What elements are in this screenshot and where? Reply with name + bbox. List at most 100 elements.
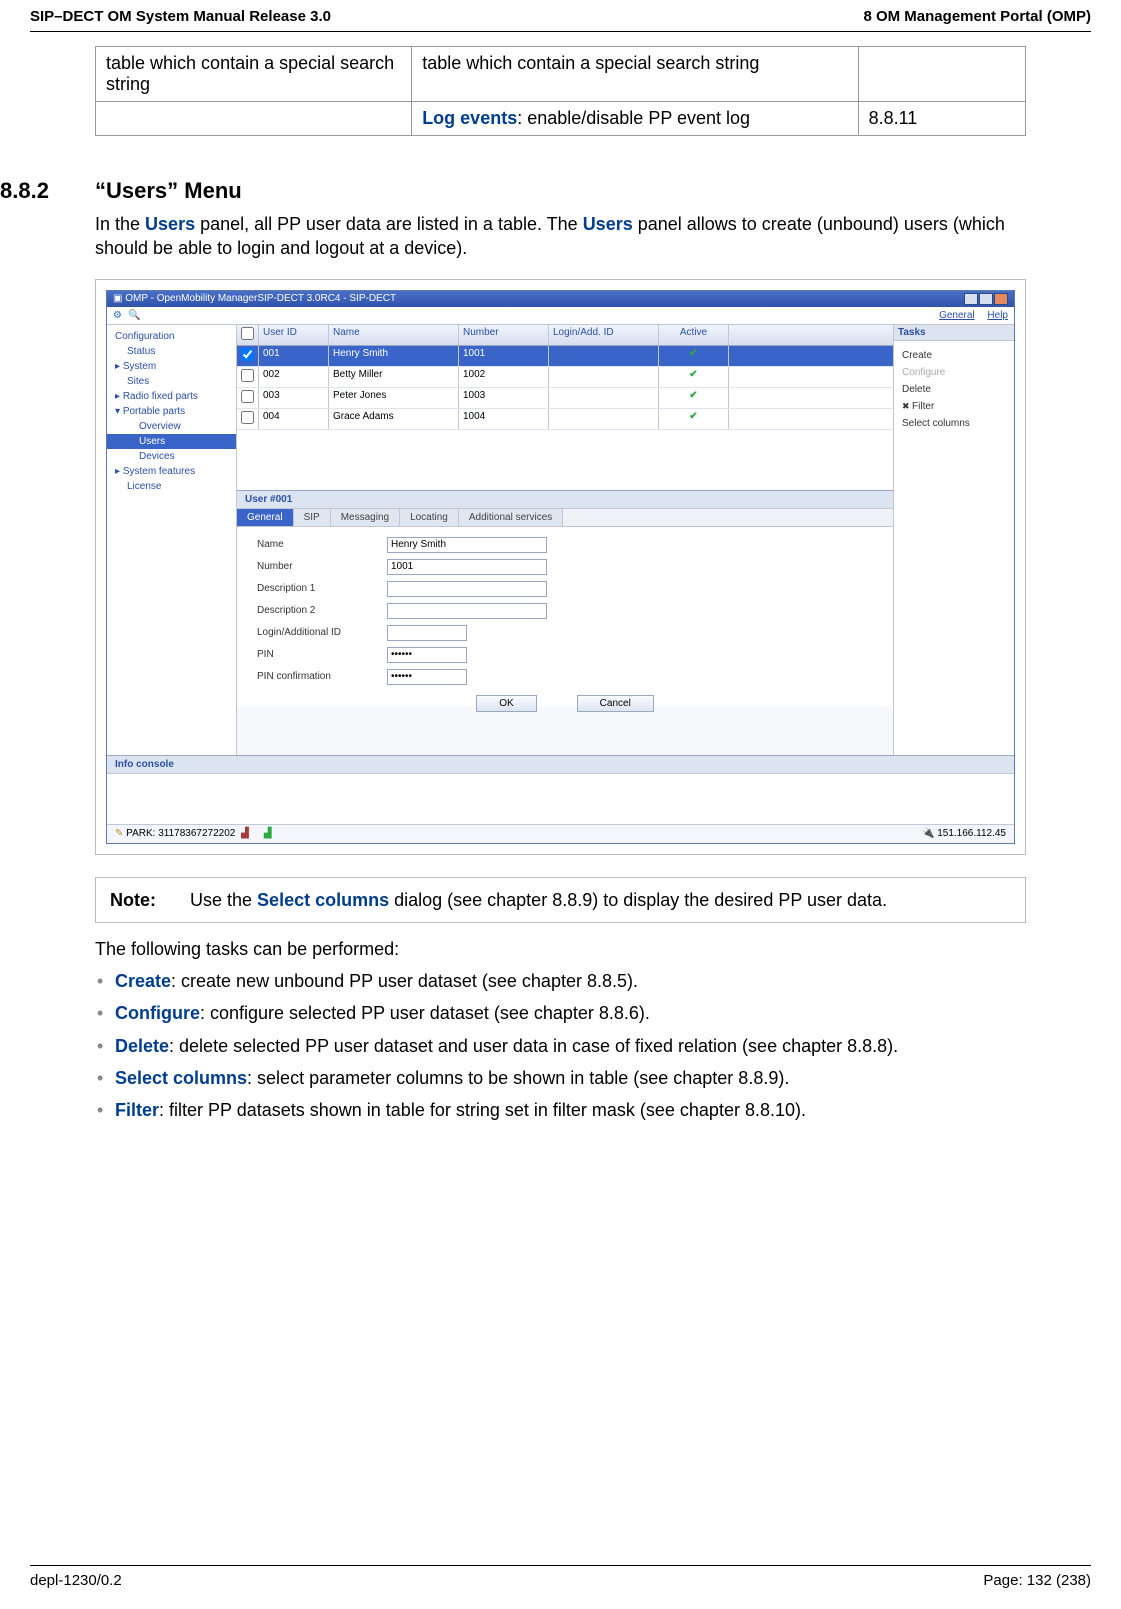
- row-checkbox[interactable]: [241, 390, 254, 403]
- row-checkbox[interactable]: [241, 411, 254, 424]
- cell-num: 1004: [459, 409, 549, 429]
- task-desc: : select parameter columns to be shown i…: [247, 1068, 789, 1088]
- sidebar-item-status[interactable]: Status: [107, 344, 236, 359]
- check-icon: ✔: [689, 348, 697, 359]
- users-link: Users: [145, 214, 195, 234]
- list-item: Delete: delete selected PP user dataset …: [95, 1034, 1026, 1058]
- sidebar-item-system[interactable]: System: [107, 359, 236, 374]
- tab-messaging[interactable]: Messaging: [331, 509, 400, 526]
- cell-uid: 004: [259, 409, 329, 429]
- window-titlebar[interactable]: ▣ OMP - OpenMobility ManagerSIP-DECT 3.0…: [107, 291, 1014, 307]
- app-window: ▣ OMP - OpenMobility ManagerSIP-DECT 3.0…: [106, 290, 1015, 844]
- cell-uid: 003: [259, 388, 329, 408]
- section-intro: In the Users panel, all PP user data are…: [95, 212, 1026, 261]
- select-all-checkbox[interactable]: [241, 327, 254, 340]
- row-checkbox[interactable]: [241, 369, 254, 382]
- grid-header-name[interactable]: Name: [329, 325, 459, 345]
- tab-locating[interactable]: Locating: [400, 509, 459, 526]
- note-box: Note: Use the Select columns dialog (see…: [95, 877, 1026, 923]
- cell-num: 1001: [459, 346, 549, 366]
- input-pin[interactable]: [387, 647, 467, 663]
- label-desc1: Description 1: [257, 583, 387, 594]
- input-desc2[interactable]: [387, 603, 547, 619]
- cell-login: [549, 367, 659, 387]
- cell-uid: 001: [259, 346, 329, 366]
- label-desc2: Description 2: [257, 605, 387, 616]
- input-number[interactable]: [387, 559, 547, 575]
- status-icon[interactable]: ▟: [241, 828, 255, 840]
- task-filter[interactable]: Filter: [902, 398, 1006, 415]
- task-create[interactable]: Create: [902, 347, 1006, 364]
- maximize-icon[interactable]: [979, 293, 993, 305]
- list-item: Select columns: select parameter columns…: [95, 1066, 1026, 1090]
- grid-header-checkbox[interactable]: [237, 325, 259, 345]
- tasks-header: Tasks: [894, 325, 1014, 341]
- task-keyword: Delete: [115, 1036, 169, 1056]
- input-login[interactable]: [387, 625, 467, 641]
- gear-icon[interactable]: ⚙: [113, 310, 122, 321]
- tab-sip[interactable]: SIP: [294, 509, 331, 526]
- sidebar-head-configuration: Configuration: [107, 329, 236, 344]
- general-link[interactable]: General: [939, 310, 975, 321]
- label-pin-confirm: PIN confirmation: [257, 671, 387, 682]
- tab-additional-services[interactable]: Additional services: [459, 509, 563, 526]
- sidebar-item-portable-parts[interactable]: Portable parts: [107, 404, 236, 419]
- cell-login: [549, 409, 659, 429]
- sidebar-item-system-features[interactable]: System features: [107, 464, 236, 479]
- sidebar-sub-users[interactable]: Users: [107, 434, 236, 449]
- grid-row[interactable]: 003 Peter Jones 1003 ✔: [237, 388, 893, 409]
- screenshot-frame: ▣ OMP - OpenMobility ManagerSIP-DECT 3.0…: [95, 279, 1026, 855]
- cell-name: Henry Smith: [329, 346, 459, 366]
- task-desc: : configure selected PP user dataset (se…: [200, 1003, 650, 1023]
- minimize-icon[interactable]: [964, 293, 978, 305]
- task-delete[interactable]: Delete: [902, 381, 1006, 398]
- note-post: dialog (see chapter 8.8.9) to display th…: [389, 890, 887, 910]
- row-checkbox[interactable]: [241, 348, 254, 361]
- users-grid: User ID Name Number Login/Add. ID Active…: [237, 325, 893, 490]
- sidebar-sub-devices[interactable]: Devices: [107, 449, 236, 464]
- table-cell: table which contain a special search str…: [412, 47, 858, 102]
- page-header: SIP–DECT OM System Manual Release 3.0 8 …: [30, 0, 1091, 32]
- select-columns-link: Select columns: [257, 890, 389, 910]
- sidebar-sub-overview[interactable]: Overview: [107, 419, 236, 434]
- grid-row[interactable]: 002 Betty Miller 1002 ✔: [237, 367, 893, 388]
- grid-row[interactable]: 001 Henry Smith 1001 ✔: [237, 346, 893, 367]
- top-reference-table: table which contain a special search str…: [95, 46, 1026, 136]
- tab-general[interactable]: General: [237, 509, 294, 526]
- grid-header-userid[interactable]: User ID: [259, 325, 329, 345]
- help-link[interactable]: Help: [987, 310, 1008, 321]
- status-park: PARK: 31178367272202: [115, 828, 235, 839]
- input-desc1[interactable]: [387, 581, 547, 597]
- task-keyword: Select columns: [115, 1068, 247, 1088]
- task-select-columns[interactable]: Select columns: [902, 415, 1006, 432]
- search-icon[interactable]: 🔍: [128, 310, 140, 321]
- close-icon[interactable]: [994, 293, 1008, 305]
- task-keyword: Filter: [115, 1100, 159, 1120]
- ok-button[interactable]: OK: [476, 695, 536, 712]
- detail-title: User #001: [237, 491, 893, 509]
- detail-panel: User #001 General SIP Messaging Locating…: [237, 490, 893, 755]
- note-label: Note:: [110, 888, 190, 912]
- sidebar-item-sites[interactable]: Sites: [107, 374, 236, 389]
- page-footer: depl-1230/0.2 Page: 132 (238): [30, 1565, 1091, 1589]
- header-left: SIP–DECT OM System Manual Release 3.0: [30, 8, 331, 25]
- grid-header-login[interactable]: Login/Add. ID: [549, 325, 659, 345]
- table-cell: table which contain a special search str…: [96, 47, 412, 102]
- task-keyword: Create: [115, 971, 171, 991]
- input-pin-confirm[interactable]: [387, 669, 467, 685]
- grid-header-number[interactable]: Number: [459, 325, 549, 345]
- toolbar: ⚙ 🔍 General Help: [107, 307, 1014, 325]
- input-name[interactable]: [387, 537, 547, 553]
- section-title: “Users” Menu: [95, 178, 242, 204]
- grid-row[interactable]: 004 Grace Adams 1004 ✔: [237, 409, 893, 430]
- sidebar-item-rfp[interactable]: Radio fixed parts: [107, 389, 236, 404]
- status-icon[interactable]: ▟: [264, 828, 278, 840]
- cancel-button[interactable]: Cancel: [577, 695, 654, 712]
- info-console-header[interactable]: Info console: [107, 755, 1014, 774]
- log-events-link: Log events: [422, 108, 517, 128]
- sidebar-item-license[interactable]: License: [107, 479, 236, 494]
- cell-login: [549, 388, 659, 408]
- footer-left: depl-1230/0.2: [30, 1572, 122, 1589]
- label-name: Name: [257, 539, 387, 550]
- grid-header-active[interactable]: Active: [659, 325, 729, 345]
